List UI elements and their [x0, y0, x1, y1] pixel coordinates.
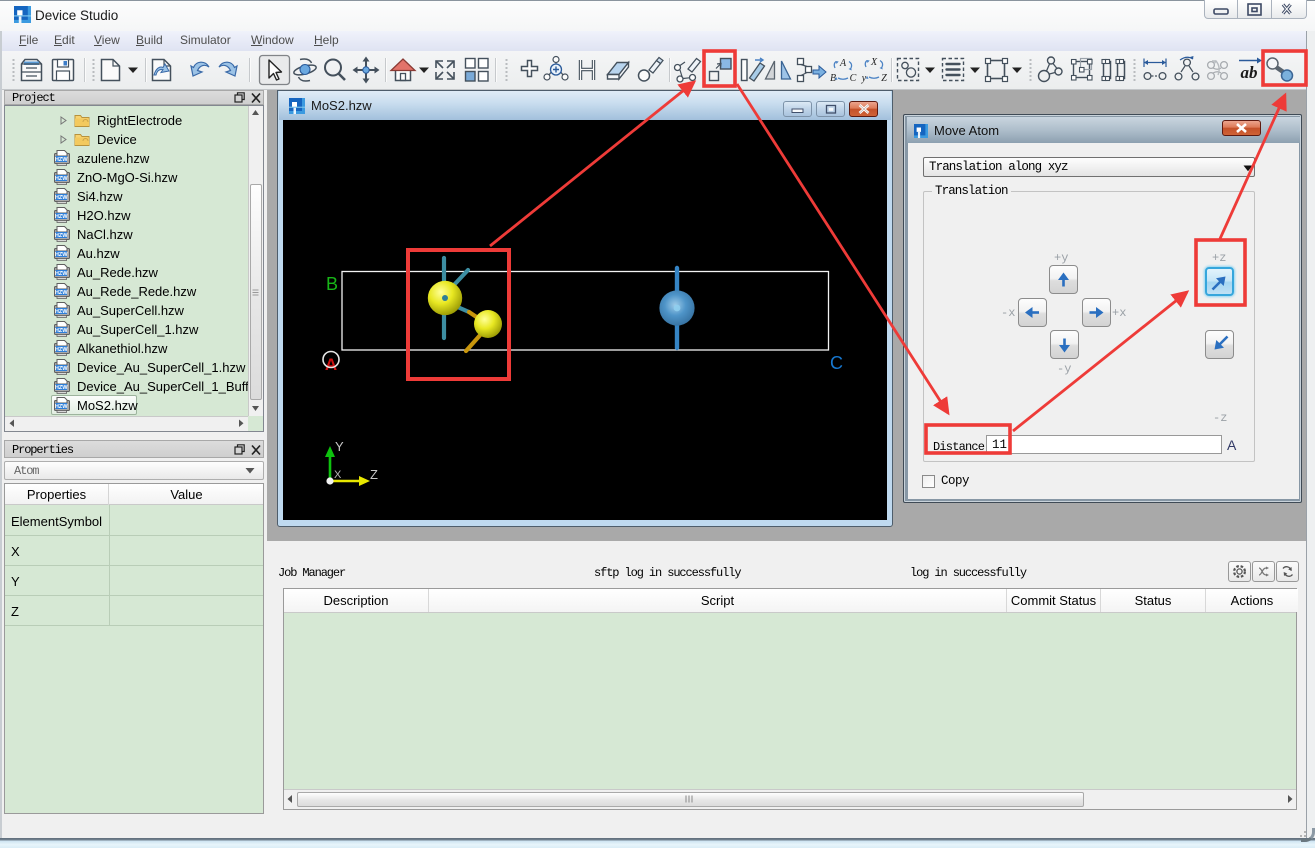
svg-text:HZW: HZW — [55, 157, 68, 163]
svg-text:B: B — [326, 274, 338, 294]
svg-text:HZW: HZW — [55, 385, 68, 391]
svg-text:C: C — [830, 353, 843, 373]
svg-text:HZW: HZW — [55, 290, 68, 296]
svg-text:A: A — [325, 355, 337, 374]
svg-text:X: X — [870, 57, 878, 68]
svg-text:HZW: HZW — [55, 271, 68, 277]
svg-text:Z: Z — [370, 467, 378, 482]
svg-text:HZW: HZW — [55, 347, 68, 353]
svg-text:Z: Z — [881, 73, 887, 84]
svg-text:HZW: HZW — [55, 328, 68, 334]
svg-text:C: C — [850, 73, 857, 84]
svg-text:X: X — [334, 469, 342, 481]
svg-text:HZW: HZW — [55, 252, 68, 258]
svg-text:HZW: HZW — [55, 195, 68, 201]
svg-text:HZW: HZW — [55, 214, 68, 220]
svg-text:A: A — [839, 58, 847, 69]
svg-text:B: B — [830, 73, 836, 84]
svg-text:HZW: HZW — [55, 309, 68, 315]
svg-text:HZW: HZW — [55, 404, 68, 410]
svg-text:HZW: HZW — [55, 233, 68, 239]
svg-text:HZW: HZW — [55, 366, 68, 372]
svg-text:y: y — [861, 73, 867, 84]
svg-text:Y: Y — [335, 439, 344, 454]
svg-text:ab: ab — [1241, 63, 1258, 82]
svg-text:HZW: HZW — [55, 176, 68, 182]
